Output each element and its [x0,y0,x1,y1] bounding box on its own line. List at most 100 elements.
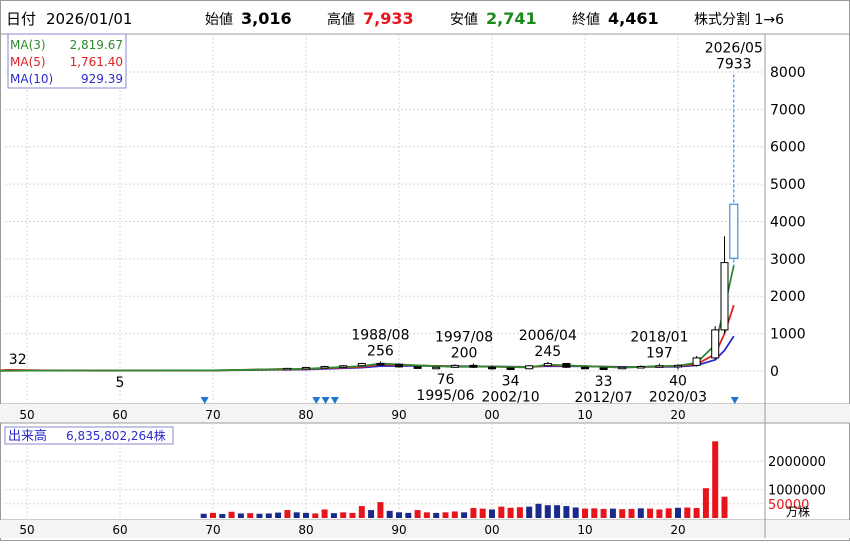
price-tick-label: 0 [770,364,779,380]
volume-bar [535,503,542,518]
open-label: 始値 [205,12,233,28]
volume-bar [210,512,216,518]
price-axis: 0 1000 2000 3000 4000 5000 6000 7000 8000 [770,65,806,380]
volume-bar [637,508,644,518]
price-tick-label: 6000 [770,140,806,156]
volume-label: 出来高 [8,428,47,444]
price-annotation: 2026/05 [705,40,763,56]
volume-bar [423,512,430,518]
quote-header: 日付 2026/01/01 始値 3,016 高値 7,933 安値 2,741… [6,9,784,28]
volume-bar [340,512,347,518]
volume-bar [247,513,254,518]
volume-bars [200,441,728,518]
volume-bar [265,513,272,518]
price-annotations: 53251988/08256761995/061997/08200342002/… [9,40,763,406]
candle-body [525,365,534,370]
price-tick-label: 1000 [770,327,806,343]
high-label: 高値 [327,11,355,28]
volume-bar [609,508,616,518]
candle-body [599,367,608,371]
price-annotation: 256 [367,343,394,359]
volume-tick-label: 2000000 [768,455,826,470]
x-tick-label: 50 [19,408,34,422]
price-annotation: 2006/04 [519,328,577,344]
candle-body [506,367,515,371]
volume-bar [712,441,719,518]
x-tick-label: 00 [484,408,499,422]
volume-bar [619,509,626,518]
x-tick-label: 70 [205,408,220,422]
volume-total: 6,835,802,264株 [66,428,166,443]
candle-body [562,363,571,368]
candle-body [432,366,441,370]
volume-bar [303,512,309,518]
high-value: 7,933 [363,9,414,28]
volume-bar [442,512,449,518]
price-annotation: 76 [437,372,455,388]
volume-bar [275,512,282,518]
volume-bar [451,511,458,518]
candle-body [320,366,329,369]
price-tick-label: 3000 [770,252,806,268]
volume-bar [507,507,514,518]
date-label: 日付 [6,10,36,28]
open-value: 3,016 [241,9,292,28]
volume-bar [702,488,709,518]
volume-bar [368,510,375,518]
volume-unit: 万株 [786,504,810,519]
candle-body [413,366,422,369]
price-annotation: 197 [646,346,673,362]
candle-body [357,363,366,367]
volume-bar [591,508,598,518]
split-marker [330,397,339,404]
x-tick-label: 10 [577,523,592,537]
price-tick-label: 7000 [770,102,806,118]
candle-body [302,366,310,370]
volume-bar [312,513,319,518]
volume-bar [656,509,663,518]
volume-bar [200,513,207,518]
x-tick-label: 90 [391,523,406,537]
price-annotation: 2018/01 [630,330,688,346]
volume-bar [675,507,681,518]
price-tick-label: 2000 [770,289,806,305]
volume-bar [321,509,328,518]
x-tick-label: 50 [19,523,34,537]
volume-bar [563,506,570,518]
candle-body [283,367,292,371]
candle-body [581,366,589,370]
volume-bar [479,508,486,518]
low-value: 2,741 [486,9,537,28]
price-annotation: 5 [116,375,125,391]
candle-body [450,364,459,368]
volume-bar [228,511,235,518]
volume-bar [256,513,263,518]
price-tick-label: 8000 [770,65,806,81]
close-label: 終値 [572,12,600,28]
volume-bar [554,505,561,518]
stock-chart-window: 日付 2026/01/01 始値 3,016 高値 7,933 安値 2,741… [0,0,850,541]
price-and-volume-chart[interactable]: 日付 2026/01/01 始値 3,016 高値 7,933 安値 2,741… [0,0,850,541]
price-annotation: 245 [534,344,561,360]
volume-bar [237,513,244,518]
low-label: 安値 [450,12,478,28]
volume-bar [433,512,440,518]
volume-tick-label: 1000000 [768,484,826,499]
candle-body [692,357,701,366]
volume-bar [628,508,635,518]
price-annotation: 1988/08 [351,327,409,343]
ma-legend: MA(3) 2,819.67 MA(5) 1,761.40 MA(10) 929… [7,33,127,89]
candle-body [636,366,645,369]
candle-body [618,366,627,370]
x-tick-label: 00 [484,523,499,537]
candle-body [543,363,552,367]
volume-bar [526,506,533,518]
legend-ma10-label: MA(10) [10,72,53,86]
price-annotation: 2020/03 [649,390,707,406]
split-marker [200,397,209,404]
volume-bar [665,508,672,518]
volume-header: 出来高 6,835,802,264株 [4,426,174,445]
volume-bar [572,507,579,518]
volume-bar [396,512,402,518]
candle-body [488,366,496,370]
